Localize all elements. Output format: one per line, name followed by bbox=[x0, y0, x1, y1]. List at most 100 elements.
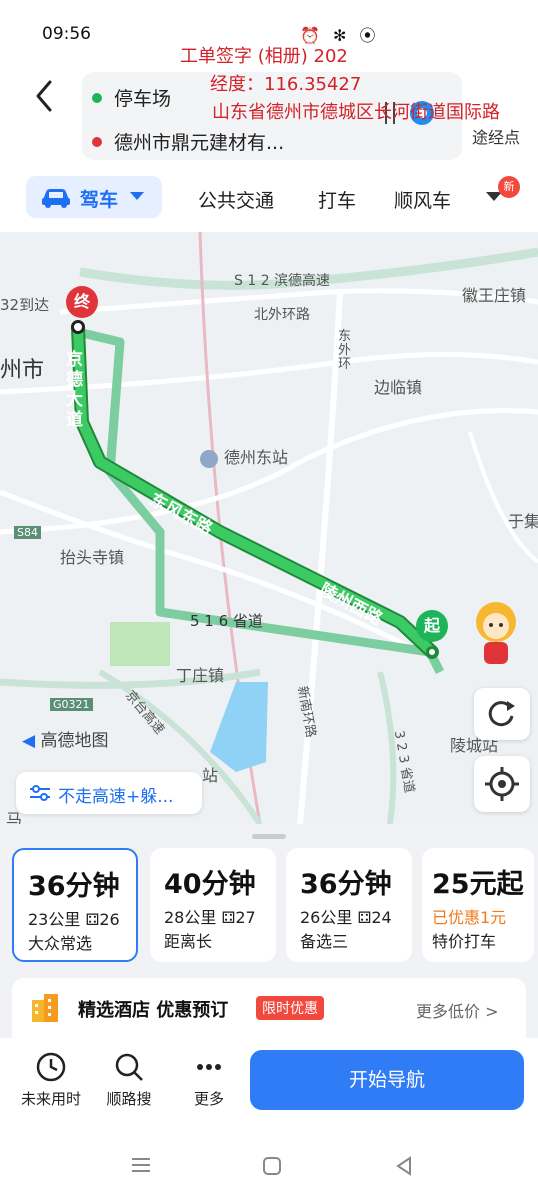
hotel-building-icon bbox=[32, 994, 58, 1022]
route-3-distance: 26公里 bbox=[300, 908, 353, 927]
end-point-label: 德州市鼎元建材有... bbox=[114, 132, 285, 154]
route-1-time: 36分钟 bbox=[28, 871, 120, 902]
route-2-tag: 距离长 bbox=[164, 932, 213, 951]
refresh-button[interactable] bbox=[474, 688, 530, 740]
locate-button[interactable] bbox=[474, 756, 530, 812]
amap-logo: ◀ 高德地图 bbox=[22, 726, 108, 751]
taxi-price: 25元起 bbox=[432, 869, 524, 900]
start-point-field[interactable]: 停车场 bbox=[92, 84, 171, 111]
future-time-label: 未来用时 bbox=[20, 1090, 81, 1108]
more-label: 更多 bbox=[193, 1090, 224, 1108]
more-button[interactable]: 更多 bbox=[174, 1050, 244, 1109]
filter-icon bbox=[30, 785, 50, 801]
traffic-light-icon: ⚃ bbox=[85, 910, 100, 929]
locate-icon bbox=[485, 767, 519, 801]
watermark-line-2: 经度：116.35427 bbox=[210, 74, 362, 95]
route-1-distance: 23公里 bbox=[28, 910, 81, 929]
end-marker[interactable]: 终 bbox=[66, 286, 98, 318]
more-dots-icon bbox=[197, 1064, 221, 1070]
route-2-distance: 28公里 bbox=[164, 908, 217, 927]
route-3-tag: 备选三 bbox=[300, 932, 349, 951]
tab-drive[interactable]: 驾车 bbox=[26, 176, 162, 218]
watermark-line-1: 工单签字 (相册) 202 bbox=[180, 46, 348, 67]
map-label-dezhou-east: 德州东站 bbox=[200, 444, 288, 468]
status-time: 09:56 bbox=[42, 24, 91, 44]
hotel-badge: 限时优惠 bbox=[256, 996, 324, 1020]
route-2-time: 40分钟 bbox=[164, 869, 256, 900]
route-3-dist-lights: 26公里 ⚃24 bbox=[300, 904, 392, 928]
map-label-station: 站 bbox=[202, 766, 219, 785]
clock-icon bbox=[36, 1052, 66, 1082]
amap-logo-icon: ◀ bbox=[22, 731, 36, 751]
map-label-dongwai: 东外环 bbox=[338, 329, 352, 372]
start-pin-icon bbox=[426, 646, 438, 658]
map-label-yuji: 于集 bbox=[508, 512, 538, 531]
map-view[interactable]: S 1 2 滨德高速 北外环路 东外环 徽王庄镇 州市 边临镇 德州东站 于集 … bbox=[0, 232, 538, 824]
caret-down-icon bbox=[130, 192, 144, 200]
end-point-field[interactable]: 德州市鼎元建材有... bbox=[92, 128, 284, 155]
route-option-1[interactable]: 36分钟 23公里 ⚃26 大众常选 bbox=[12, 848, 138, 962]
sheet-handle[interactable] bbox=[252, 834, 286, 839]
train-station-icon bbox=[200, 449, 218, 468]
watermark-line-3: 山东省德州市德城区长河街道国际路 bbox=[212, 102, 500, 123]
start-navigation-button[interactable]: 开始导航 bbox=[250, 1050, 524, 1110]
map-label-taitousi: 抬头寺镇 bbox=[60, 548, 125, 567]
traffic-light-icon: ⚃ bbox=[221, 908, 236, 927]
end-pin-icon bbox=[71, 320, 85, 334]
route-2-lights: 27 bbox=[235, 908, 256, 927]
map-label-s84: S84 bbox=[14, 526, 41, 539]
search-along-label: 顺路搜 bbox=[106, 1090, 152, 1108]
end-dot-icon bbox=[92, 136, 102, 147]
route-2-dist-lights: 28公里 ⚃27 bbox=[164, 904, 256, 928]
home-icon[interactable] bbox=[262, 1156, 282, 1176]
map-label-dezhou-city: 州市 bbox=[0, 358, 45, 383]
new-badge: 新 bbox=[498, 176, 520, 198]
route-3-time: 36分钟 bbox=[300, 869, 392, 900]
system-nav-bar bbox=[0, 1128, 538, 1200]
map-label-bianlin: 边临镇 bbox=[374, 378, 423, 397]
route-preference-label: 不走高速+躲... bbox=[58, 787, 174, 807]
hotel-more-link[interactable]: 更多低价 > bbox=[416, 998, 499, 1022]
taxi-tag: 特价打车 bbox=[432, 932, 497, 951]
map-label-daoda: 32到达 bbox=[0, 296, 50, 314]
route-1-lights: 26 bbox=[99, 910, 120, 929]
route-1-dist-lights: 23公里 ⚃26 bbox=[28, 906, 120, 930]
chevron-left-icon bbox=[36, 80, 52, 112]
hotel-title: 精选酒店 优惠预订 bbox=[78, 1000, 229, 1021]
map-label-516: 5 1 6 省道 bbox=[190, 612, 263, 630]
taxi-discount: 已优惠1元 bbox=[432, 908, 507, 927]
tab-transit[interactable]: 公共交通 bbox=[198, 186, 274, 213]
tab-taxi[interactable]: 打车 bbox=[318, 186, 356, 213]
refresh-icon bbox=[488, 701, 515, 727]
hotel-promo-bar[interactable]: 精选酒店 优惠预订 限时优惠 更多低价 > bbox=[12, 978, 526, 1038]
amap-logo-text: 高德地图 bbox=[40, 731, 109, 751]
search-icon bbox=[115, 1053, 143, 1081]
taxi-option[interactable]: 25元起 已优惠1元 特价打车 bbox=[422, 848, 534, 962]
route-preference-chip[interactable]: 不走高速+躲... bbox=[16, 772, 202, 814]
mascot-icon[interactable] bbox=[468, 598, 524, 668]
map-label-g0321: G0321 bbox=[50, 698, 93, 711]
future-time-button[interactable]: 未来用时 bbox=[16, 1050, 86, 1109]
map-label-huiwang: 徽王庄镇 bbox=[462, 286, 527, 305]
start-dot-icon bbox=[92, 92, 102, 103]
dezhou-east-text: 德州东站 bbox=[224, 448, 289, 467]
search-along-button[interactable]: 顺路搜 bbox=[94, 1050, 164, 1109]
car-icon bbox=[42, 189, 70, 208]
menu-icon[interactable] bbox=[130, 1156, 152, 1174]
route-option-3[interactable]: 36分钟 26公里 ⚃24 备选三 bbox=[286, 848, 412, 962]
start-point-label: 停车场 bbox=[114, 88, 172, 110]
route-3-lights: 24 bbox=[371, 908, 392, 927]
tab-carpool[interactable]: 顺风车 bbox=[394, 186, 451, 213]
tab-drive-label: 驾车 bbox=[80, 189, 119, 211]
back-triangle-icon[interactable] bbox=[394, 1156, 414, 1176]
route-road-jingde: 京德大道 bbox=[66, 350, 83, 430]
back-button[interactable] bbox=[30, 76, 64, 116]
traffic-light-icon: ⚃ bbox=[357, 908, 372, 927]
map-label-s12: S 1 2 滨德高速 bbox=[234, 273, 331, 289]
via-point-button[interactable]: 途经点 bbox=[472, 124, 520, 148]
route-1-tag: 大众常选 bbox=[28, 934, 93, 953]
route-option-2[interactable]: 40分钟 28公里 ⚃27 距离长 bbox=[150, 848, 276, 962]
map-label-dingzhuang: 丁庄镇 bbox=[176, 666, 225, 685]
map-label-north-ring: 北外环路 bbox=[254, 307, 310, 323]
start-marker[interactable]: 起 bbox=[416, 610, 448, 642]
